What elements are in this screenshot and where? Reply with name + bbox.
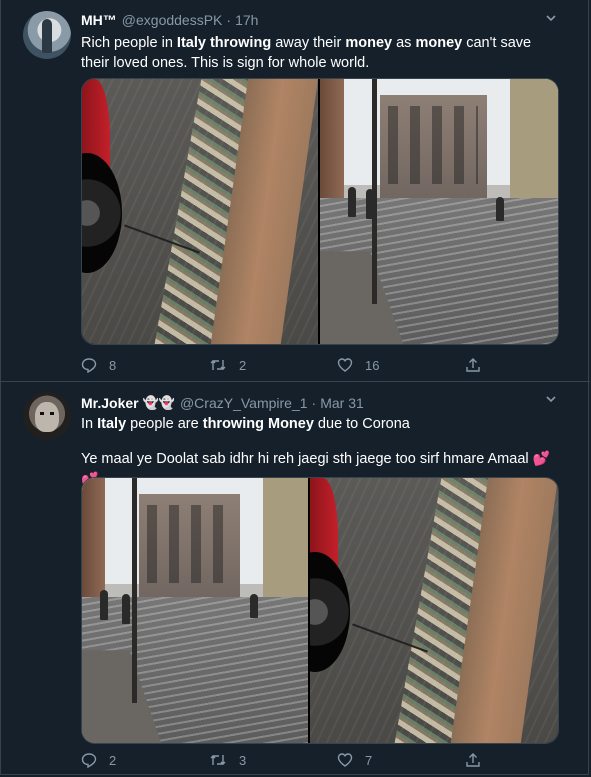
- timestamp[interactable]: 17h: [235, 12, 258, 28]
- heart-icon: [337, 752, 365, 768]
- tweet-header: MH™ @exgoddessPK · 17h: [81, 10, 258, 30]
- retweet-button[interactable]: 3: [209, 752, 337, 768]
- like-button[interactable]: 7: [337, 752, 465, 768]
- heart-icon: [337, 357, 365, 373]
- bold-text-segment: throwing: [202, 416, 264, 432]
- retweet-button[interactable]: 2: [209, 357, 337, 373]
- display-name[interactable]: Mr.Joker: [81, 395, 139, 411]
- share-button[interactable]: [465, 752, 493, 768]
- retweet-icon: [209, 357, 239, 373]
- avatar[interactable]: [23, 392, 71, 440]
- separator-dot: ·: [226, 12, 232, 28]
- separator-dot: ·: [311, 395, 317, 411]
- share-icon: [465, 752, 493, 768]
- share-button[interactable]: [465, 357, 493, 373]
- tweet[interactable]: Mr.Joker 👻👻 @CrazY_Vampire_1 · Mar 31 In…: [1, 382, 590, 777]
- timestamp[interactable]: Mar 31: [320, 395, 364, 411]
- user-handle[interactable]: @exgoddessPK: [122, 12, 223, 28]
- media-image-money-road[interactable]: [82, 79, 318, 344]
- chevron-down-icon[interactable]: [546, 394, 556, 404]
- timeline: MH™ @exgoddessPK · 17h Rich people in It…: [0, 0, 590, 777]
- text-segment: people are: [126, 416, 203, 432]
- retweet-icon: [209, 752, 239, 768]
- text-segment: due to Corona: [313, 416, 410, 432]
- like-count: 7: [365, 752, 373, 768]
- bold-text-segment: Italy: [97, 416, 127, 432]
- display-name[interactable]: MH™: [81, 12, 117, 28]
- tweet-actions: 2 3 7: [81, 750, 570, 770]
- share-icon: [465, 357, 493, 373]
- reply-button[interactable]: 2: [81, 752, 209, 768]
- tweet-text: Rich people in Italy throwing away their…: [81, 33, 561, 73]
- text-segment: away their: [271, 35, 346, 51]
- media-image-money-street[interactable]: [320, 79, 558, 344]
- reply-count: 8: [109, 357, 117, 373]
- like-button[interactable]: 16: [337, 357, 465, 373]
- reply-button[interactable]: 8: [81, 357, 209, 373]
- tweet-media[interactable]: [81, 78, 559, 345]
- tweet-media[interactable]: [81, 477, 559, 744]
- bold-text-segment: Italy: [176, 35, 206, 51]
- retweet-count: 3: [239, 752, 247, 768]
- tweet-text-2: Ye maal ye Doolat sab idhr hi reh jaegi …: [81, 451, 529, 467]
- tweet-header: Mr.Joker 👻👻 @CrazY_Vampire_1 · Mar 31: [81, 393, 364, 413]
- text-segment: In: [81, 416, 98, 432]
- reply-icon: [81, 357, 109, 373]
- tweet-text: In Italy people are throwing Money due t…: [81, 414, 561, 434]
- avatar[interactable]: [23, 11, 71, 59]
- bold-text-segment: money: [345, 35, 393, 51]
- reply-icon: [81, 752, 109, 768]
- bold-text-segment: throwing: [209, 35, 272, 51]
- media-image-money-road[interactable]: [310, 478, 558, 743]
- chevron-down-icon[interactable]: [546, 13, 556, 23]
- bold-text-segment: Money: [267, 416, 314, 432]
- media-image-money-street[interactable]: [82, 478, 308, 743]
- ghost-emoji: 👻👻: [142, 395, 175, 410]
- reply-count: 2: [109, 752, 117, 768]
- like-count: 16: [365, 357, 380, 373]
- text-segment: as: [392, 35, 416, 51]
- tweet[interactable]: MH™ @exgoddessPK · 17h Rich people in It…: [1, 0, 590, 382]
- retweet-count: 2: [239, 357, 247, 373]
- tweet-actions: 8 2 16: [81, 355, 570, 375]
- user-handle[interactable]: @CrazY_Vampire_1: [180, 395, 308, 411]
- text-segment: Rich people in: [81, 35, 177, 51]
- bold-text-segment: money: [415, 35, 463, 51]
